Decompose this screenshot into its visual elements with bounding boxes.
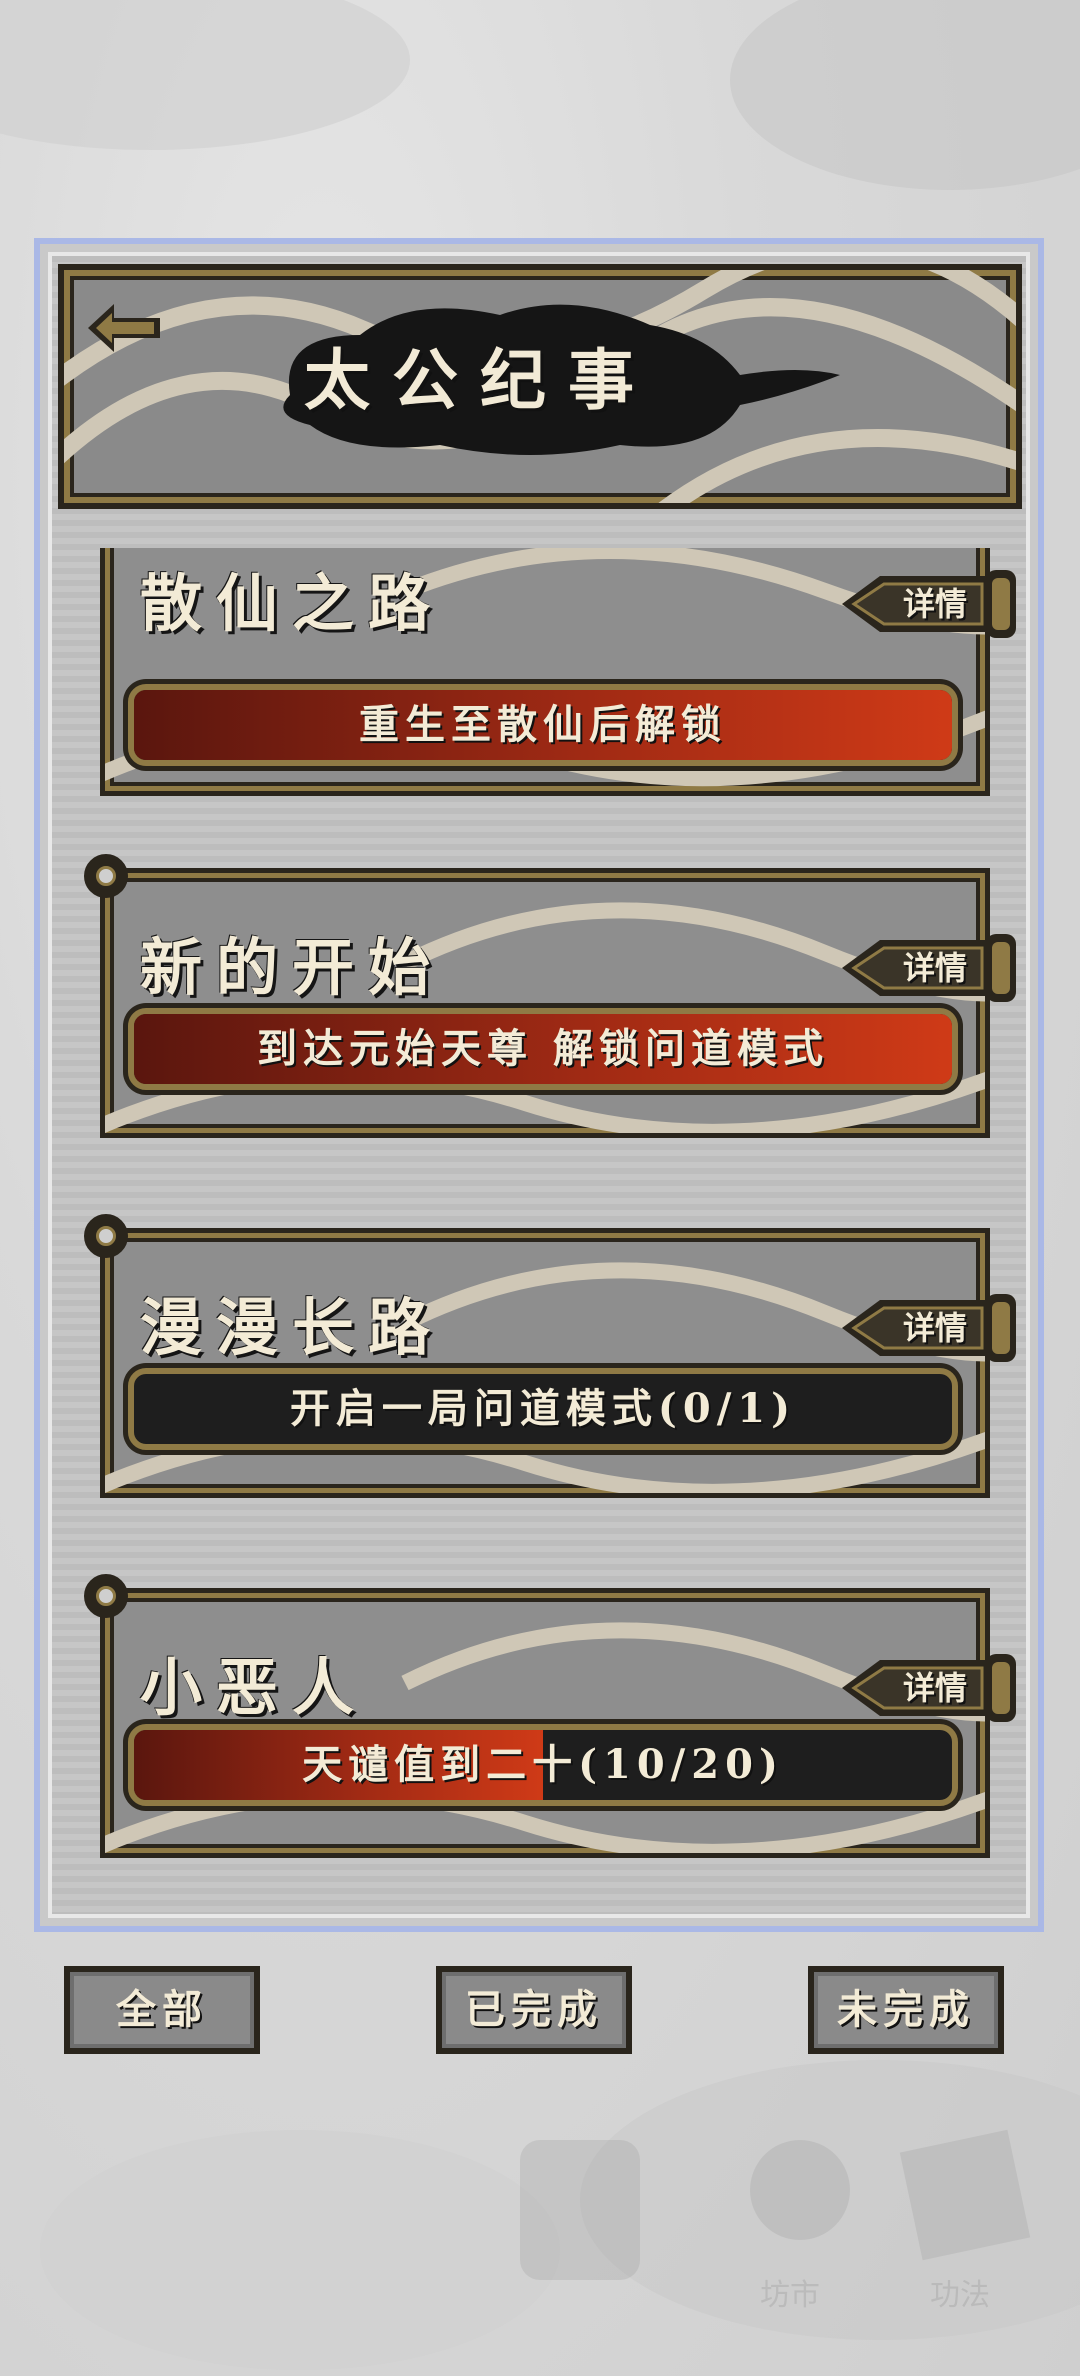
scroll-ring-icon xyxy=(84,1574,128,1618)
achievement-title: 散仙之路 xyxy=(140,567,445,640)
achievement-card: 新的开始 详情 到达元始天尊 解锁问道模式 xyxy=(84,854,1016,1138)
scroll-ring-icon xyxy=(84,1214,128,1258)
detail-button-label[interactable]: 详情 xyxy=(890,946,980,990)
filter-incomplete-button[interactable]: 未完成 xyxy=(808,1966,1004,2054)
progress-text: 天谴值到二十(10/20) xyxy=(302,1741,784,1788)
progress-text: 开启一局问道模式(0/1) xyxy=(289,1385,797,1432)
back-arrow-icon[interactable] xyxy=(84,296,164,360)
filter-completed-button[interactable]: 已完成 xyxy=(436,1966,632,2054)
progress-text: 到达元始天尊 解锁问道模式 xyxy=(257,1025,829,1072)
achievement-progress-bar: 开启一局问道模式(0/1) xyxy=(128,1368,958,1450)
background-nav-market: 坊市 xyxy=(760,2278,820,2313)
progress-text: 重生至散仙后解锁 xyxy=(359,701,727,748)
background-nav-icons xyxy=(520,2129,1031,2280)
filter-all-button[interactable]: 全部 xyxy=(64,1966,260,2054)
achievement-card: 小恶人 详情 天谴值到二十(10/20) xyxy=(84,1574,1016,1858)
detail-button-label[interactable]: 详情 xyxy=(890,1666,980,1710)
achievement-card: 漫漫长路 详情 开启一局问道模式(0/1) xyxy=(84,1214,1016,1498)
achievement-card: 散仙之路 详情 重生至散仙后解锁 xyxy=(100,548,1016,796)
detail-button-label[interactable]: 详情 xyxy=(890,1306,980,1350)
achievement-progress-bar: 天谴值到二十(10/20) xyxy=(128,1724,958,1806)
achievement-title: 漫漫长路 xyxy=(140,1291,445,1364)
achievement-list: 散仙之路 详情 重生至散仙后解锁 新的开始 详情 到达元始天尊 解锁问道模式 漫… xyxy=(46,548,1016,1888)
detail-button-label[interactable]: 详情 xyxy=(890,582,980,626)
page-title: 太公纪事 xyxy=(304,341,656,419)
achievement-title: 新的开始 xyxy=(140,931,445,1004)
scroll-ring-icon xyxy=(84,854,128,898)
background-nav-skills: 功法 xyxy=(930,2278,990,2313)
achievement-progress-bar: 重生至散仙后解锁 xyxy=(128,684,958,766)
achievement-progress-bar: 到达元始天尊 解锁问道模式 xyxy=(128,1008,958,1090)
achievement-title: 小恶人 xyxy=(140,1651,369,1724)
background-nav: 坊市 功法 xyxy=(0,2080,1080,2340)
